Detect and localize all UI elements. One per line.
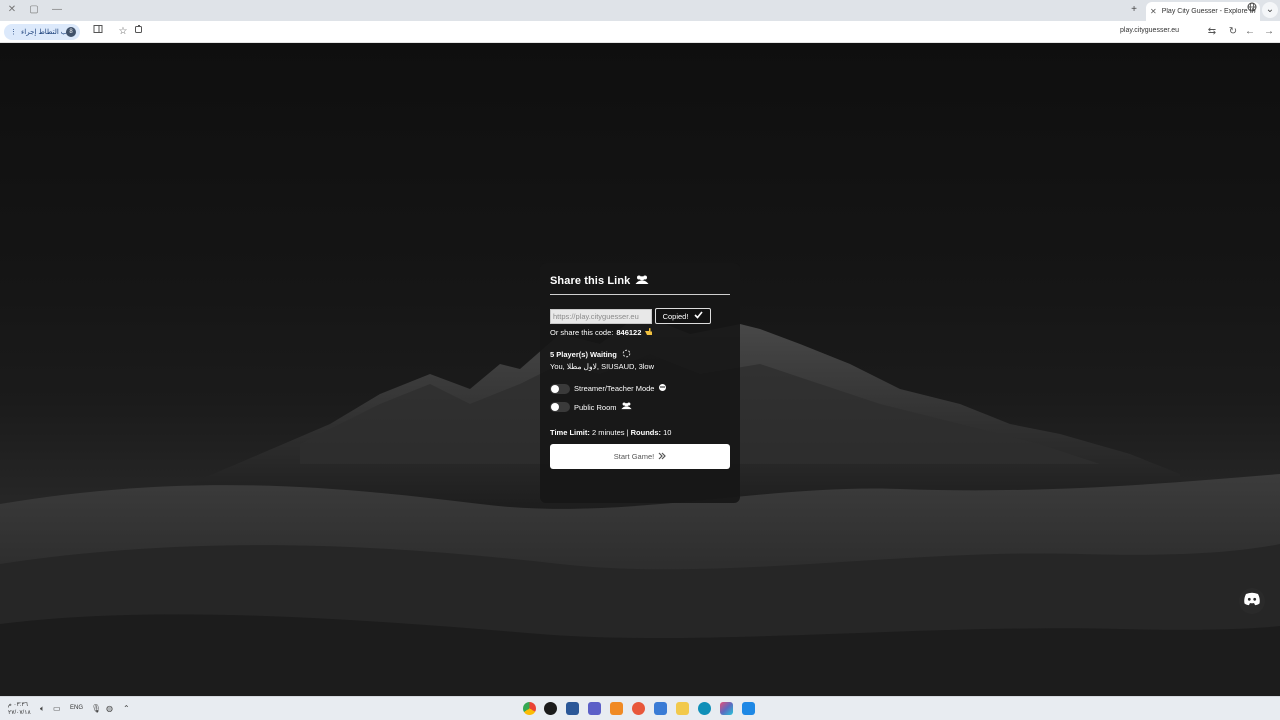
players-waiting-label: 5 Player(s) Waiting [550, 350, 617, 359]
modal-title: Share this Link [550, 275, 631, 287]
copilot-app-icon[interactable] [720, 702, 733, 715]
taskbar-date[interactable]: ٢٧/٠٧/١٨ [8, 709, 31, 716]
chevron-up-icon[interactable]: ⌃ [123, 704, 130, 713]
maximize-window-icon[interactable]: ▢ [22, 2, 46, 18]
illustrator-app-icon[interactable] [610, 702, 623, 715]
globe-icon[interactable] [1244, 2, 1260, 18]
speaker-icon[interactable]: 🔈︎ [40, 704, 45, 714]
side-panel-icon[interactable] [90, 24, 106, 40]
store-app-icon[interactable] [566, 702, 579, 715]
public-room-row: Public Room [550, 402, 730, 412]
checkmark-icon [694, 311, 704, 321]
start-game-label: Start Game! [613, 452, 655, 461]
rounds-value: 10 [663, 428, 672, 437]
share-link-input[interactable] [550, 308, 652, 324]
rounds-label: Rounds: [630, 428, 662, 437]
share-code: 846122 [616, 328, 642, 337]
browser-toolbar: ⋮ جيب التطاط إجراء 8 ☆ play.cityguesser.… [0, 21, 1280, 43]
share-code-line: Or share this code: 846122 [550, 327, 730, 338]
windows-start-icon[interactable] [742, 702, 755, 715]
minimize-window-icon[interactable]: — [45, 2, 69, 18]
microphone-icon[interactable]: 🎙︎ [91, 704, 101, 713]
players-list: You, لاول مطلا, SIUSAUD, 3low [550, 362, 655, 371]
new-tab-button[interactable]: + [1126, 2, 1142, 18]
start-game-button[interactable]: Start Game! [550, 444, 730, 469]
bookmark-star-icon[interactable]: ☆ [115, 24, 131, 40]
address-bar-url[interactable]: play.cityguesser.eu [1120, 27, 1179, 34]
incognito-icon [658, 383, 667, 394]
share-link-row: Copied! [550, 308, 730, 324]
public-room-toggle[interactable] [550, 402, 570, 412]
players-waiting: 5 Player(s) Waiting [550, 349, 730, 360]
double-chevron-right-icon [658, 452, 667, 462]
menu-dots-icon: ⋮ [10, 29, 17, 36]
taskbar-time[interactable]: ٠٣:٣٦ م [8, 701, 28, 708]
browser-tab[interactable]: ✕ Play City Guesser - Explore the [1146, 2, 1260, 21]
streamer-mode-toggle[interactable] [550, 383, 570, 394]
streamer-mode-row: Streamer/Teacher Mode [550, 383, 730, 394]
discord-button[interactable] [1239, 588, 1265, 614]
site-settings-icon[interactable]: ⇆ [1204, 24, 1220, 40]
copied-label: Copied! [662, 311, 689, 321]
users-icon [620, 402, 632, 412]
tab-search-dropdown-button[interactable]: ⌄ [1262, 2, 1278, 18]
share-code-prefix: Or share this code: [550, 328, 614, 337]
browser-app-icon[interactable] [544, 702, 557, 715]
chrome-app-icon[interactable] [523, 702, 536, 715]
mail-app-icon[interactable] [654, 702, 667, 715]
game-page: Share this Link Copied! Or share this co… [0, 44, 1280, 696]
pointing-hand-icon [644, 327, 653, 338]
back-icon[interactable]: → [1261, 24, 1277, 40]
game-settings-summary: Time Limit: 2 minutes | Rounds: 10 [550, 428, 730, 437]
teams-app-icon[interactable] [588, 702, 601, 715]
forward-icon[interactable]: ← [1242, 24, 1258, 40]
security-icon[interactable]: ◍ [106, 704, 113, 713]
os-taskbar: ٠٣:٣٦ م ٢٧/٠٧/١٨ 🔈︎ ▭ ENG 🎙︎ ◍ ⌃ [0, 696, 1280, 720]
edge-app-icon[interactable] [698, 702, 711, 715]
profile-avatar[interactable]: 8 [66, 27, 76, 37]
copy-link-button[interactable]: Copied! [655, 308, 711, 324]
time-limit-label: Time Limit: [550, 428, 590, 437]
taskbar-language[interactable]: ENG [70, 705, 83, 711]
discord-icon [1243, 592, 1261, 611]
extensions-icon[interactable] [131, 24, 147, 40]
loading-spinner-icon [622, 349, 631, 360]
firefox-app-icon[interactable] [632, 702, 645, 715]
network-icon[interactable]: ▭ [53, 704, 61, 713]
close-tab-icon[interactable]: ✕ [1150, 7, 1157, 16]
tab-title: Play City Guesser - Explore the [1161, 8, 1256, 15]
close-window-icon[interactable]: ✕ [0, 2, 24, 18]
file-explorer-icon[interactable] [676, 702, 689, 715]
time-limit-value: 2 minutes | [591, 428, 629, 437]
share-link-modal: Share this Link Copied! Or share this co… [540, 263, 740, 503]
tab-strip: ✕ ▢ — + ✕ Play City Guesser - Explore th… [0, 0, 1280, 21]
reload-icon[interactable]: ↻ [1225, 24, 1241, 40]
modal-divider [550, 294, 730, 295]
users-icon [635, 272, 649, 290]
public-room-label: Public Room [574, 402, 617, 412]
modal-header: Share this Link [550, 274, 730, 288]
streamer-mode-label: Streamer/Teacher Mode [574, 384, 655, 393]
